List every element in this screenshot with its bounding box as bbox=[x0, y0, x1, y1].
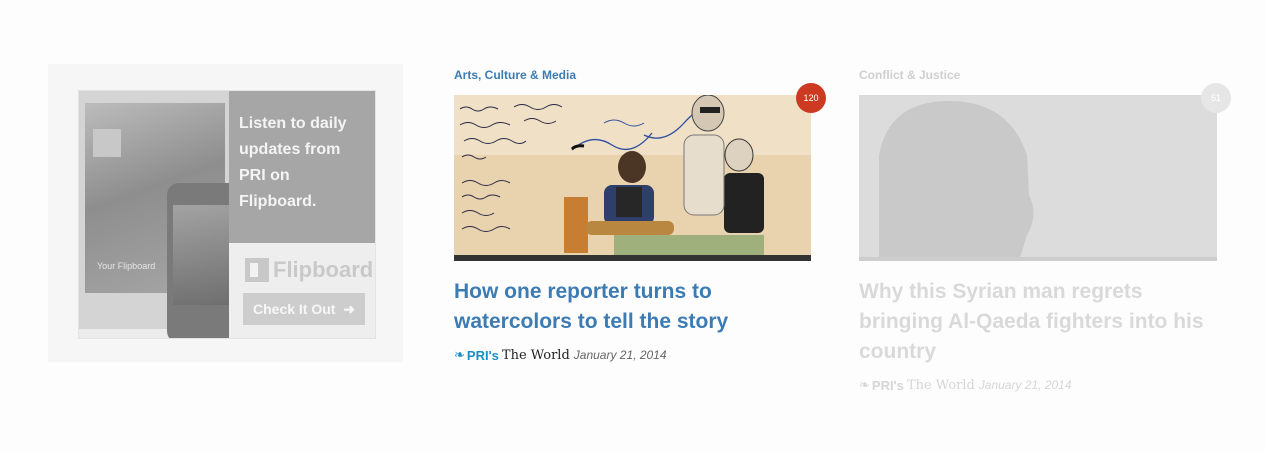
cta-label: Check It Out bbox=[253, 301, 336, 317]
ad-banner: Listen to daily updates from PRI on Flip… bbox=[229, 91, 375, 243]
flipboard-ad[interactable]: Your Flipboard Listen to daily updates f… bbox=[48, 64, 403, 362]
profile-photo-image bbox=[859, 95, 1217, 261]
comment-count-badge[interactable]: 120 bbox=[796, 83, 826, 113]
flipboard-logo: Flipboard bbox=[245, 257, 373, 283]
watercolor-sketch-image bbox=[454, 94, 811, 261]
pri-globe-icon: ❧ bbox=[859, 377, 870, 392]
category-link[interactable]: Conflict & Justice bbox=[859, 68, 1217, 82]
story-headline[interactable]: How one reporter turns to watercolors to… bbox=[454, 277, 812, 337]
flipboard-app-icon bbox=[93, 129, 121, 157]
check-it-out-button[interactable]: Check It Out ➜ bbox=[243, 293, 365, 325]
story-card: Arts, Culture & Media 120 How one report… bbox=[454, 68, 826, 363]
pri-globe-icon: ❧ bbox=[454, 347, 465, 362]
source-brand: PRI's bbox=[871, 377, 904, 393]
arrow-right-icon: ➜ bbox=[343, 300, 355, 317]
phone-screen bbox=[173, 205, 235, 305]
story-image[interactable]: 51 bbox=[859, 83, 1231, 261]
flipboard-wordmark: Flipboard bbox=[273, 257, 374, 282]
story-headline[interactable]: Why this Syrian man regrets bringing Al-… bbox=[859, 277, 1217, 367]
source-brand: PRI's bbox=[466, 347, 499, 363]
tablet-caption: Your Flipboard bbox=[97, 261, 156, 271]
byline: ❧ PRI's The World January 21, 2014 bbox=[454, 347, 812, 363]
ad-banner-text: Listen to daily updates from PRI on Flip… bbox=[239, 115, 347, 210]
ad-creative[interactable]: Your Flipboard Listen to daily updates f… bbox=[78, 90, 376, 339]
source-show: The World bbox=[501, 347, 570, 363]
source-show: The World bbox=[906, 377, 975, 393]
story-image[interactable]: 120 bbox=[454, 83, 826, 261]
publish-date: January 21, 2014 bbox=[978, 378, 1072, 392]
story-card: Conflict & Justice 51 Why this Syrian ma… bbox=[859, 68, 1231, 393]
publish-date: January 21, 2014 bbox=[573, 348, 667, 362]
byline: ❧ PRI's The World January 21, 2014 bbox=[859, 377, 1217, 393]
flipboard-icon bbox=[245, 258, 269, 282]
comment-count-badge[interactable]: 51 bbox=[1201, 83, 1231, 113]
ad-lower: Flipboard Check It Out ➜ bbox=[229, 243, 375, 338]
category-link[interactable]: Arts, Culture & Media bbox=[454, 68, 812, 82]
